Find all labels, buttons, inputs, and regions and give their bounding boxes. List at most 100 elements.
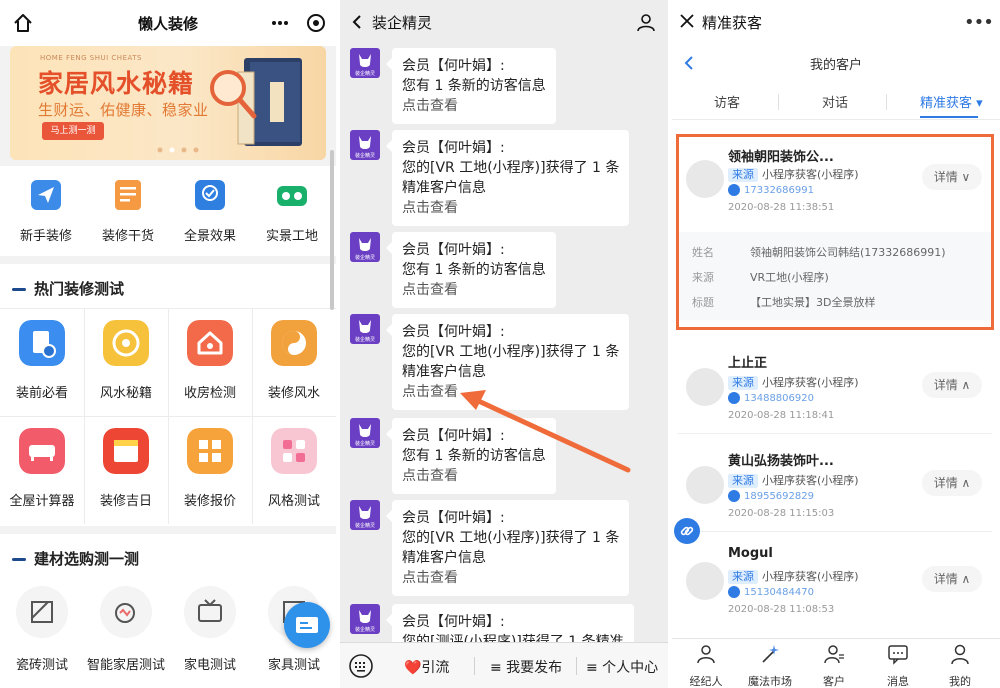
link-button[interactable] <box>674 518 700 544</box>
customer-card[interactable]: 上止正 来源 小程序获客(小程序) 13488806920 2020-08-28 … <box>678 344 992 434</box>
feng-shui-banner[interactable]: HOME FENG SHUI CHEATS 家居风水秘籍 生财运、佑健康、稳家业… <box>10 46 326 160</box>
quick-link-tips[interactable]: 装修干货 <box>86 178 170 244</box>
material-item-label: 家具测试 <box>267 658 320 673</box>
scrollbar[interactable] <box>330 150 334 310</box>
quick-link-beginner[interactable]: 新手装修 <box>4 178 88 244</box>
message-line: 您的[VR 工地(小程序)]获得了 1 条 <box>402 530 620 546</box>
panorama-icon <box>195 180 225 210</box>
view-link[interactable]: 点击查看 <box>402 280 546 300</box>
message-bubble[interactable]: 会员【何叶娟】: 您有 1 条新的访客信息 点击查看 <box>386 418 556 494</box>
message-line: 您有 1 条新的访客信息 <box>402 448 546 464</box>
user-profile-icon[interactable] <box>636 12 656 32</box>
customer-name: 上止正 <box>728 356 768 371</box>
tab-divider <box>886 94 887 110</box>
tile-icon <box>16 586 68 638</box>
material-item-tile[interactable]: 瓷砖测试 <box>0 586 84 673</box>
material-item-smart-home[interactable]: 智能家居测试 <box>84 586 168 673</box>
customer-phone[interactable]: 13488806920 <box>728 392 814 404</box>
nav-agent[interactable]: 经纪人 <box>676 643 736 688</box>
view-link[interactable]: 点击查看 <box>402 568 619 588</box>
card-divider <box>678 433 992 434</box>
message-bubble[interactable]: 会员【何叶娟】: 您的[VR 工地(小程序)]获得了 1 条 精准客户信息 点击… <box>385 500 630 596</box>
menu-traffic[interactable]: ❤️引流 <box>404 657 449 677</box>
quick-link-label: 新手装修 <box>19 229 72 244</box>
message-bubble[interactable]: 会员【何叶娟】: 您有 1 条新的访客信息 点击查看 <box>386 232 556 308</box>
bot-avatar: 装企精灵 <box>350 604 380 634</box>
menu-publish[interactable]: ≡ 我要发布 <box>490 657 562 677</box>
customer-source: 来源 小程序获客(小程序) <box>728 374 859 390</box>
chat-footer: ❤️引流 ≡ 我要发布 ≡ 个人中心 <box>340 642 668 688</box>
message-bubble[interactable]: 会员【何叶娟】: 您的[VR 工地(小程序)]获得了 1 条 精准客户信息 点击… <box>385 314 630 410</box>
nav-customers[interactable]: 客户 <box>804 643 864 688</box>
message-line: 会员【何叶娟】: <box>402 510 505 526</box>
nav-messages[interactable]: 消息 <box>868 643 928 688</box>
bot-logo-icon: 装企精灵 <box>355 320 375 343</box>
magic-wand-icon <box>762 645 779 663</box>
quick-link-panorama[interactable]: 全景效果 <box>168 178 252 244</box>
smart-home-icon <box>100 586 152 638</box>
more-icon[interactable]: ••• <box>964 12 994 33</box>
nav-me[interactable]: 我的 <box>930 643 990 688</box>
svg-text:装企精灵: 装企精灵 <box>355 70 375 77</box>
vr-glasses-icon <box>277 186 307 206</box>
message-line: 您的[VR 工地(小程序)]获得了 1 条 <box>402 160 620 176</box>
bot-logo-icon: 装企精灵 <box>355 136 375 159</box>
calendar-icon <box>103 428 149 474</box>
floating-card-button[interactable] <box>284 602 330 648</box>
test-item-lucky-date[interactable]: 装修吉日 <box>84 428 168 509</box>
message-bubble[interactable]: 会员【何叶娟】: 您有 1 条新的访客信息 点击查看 <box>386 48 556 124</box>
test-item-inspection[interactable]: 收房检测 <box>168 320 252 401</box>
card-divider <box>678 531 992 532</box>
customer-time: 2020-08-28 11:08:53 <box>728 604 835 615</box>
quick-link-label: 实景工地 <box>265 229 318 244</box>
customer-phone[interactable]: 18955692829 <box>728 490 814 502</box>
view-link[interactable]: 点击查看 <box>402 466 546 486</box>
tab-visitors[interactable]: 访客 <box>714 92 740 111</box>
test-item-style[interactable]: 风格测试 <box>252 428 336 509</box>
chat-panel: 装企精灵 装企精灵 会员【何叶娟】: 您有 1 条新的访客信息 点击查看 装企精… <box>340 0 668 688</box>
detail-button[interactable]: 详情 ∧ <box>922 372 982 398</box>
tab-conversations[interactable]: 对话 <box>822 92 848 111</box>
test-item-precheck[interactable]: 装前必看 <box>0 320 84 401</box>
message-line: 精准客户信息 <box>402 180 486 196</box>
menu-personal-center[interactable]: ≡ 个人中心 <box>586 657 658 677</box>
paper-plane-icon <box>31 180 61 210</box>
view-link[interactable]: 点击查看 <box>402 198 619 218</box>
test-item-quote[interactable]: 装修报价 <box>168 428 252 509</box>
message-line: 您有 1 条新的访客信息 <box>402 78 546 94</box>
nav-label: 魔法市场 <box>748 675 792 688</box>
quick-link-site[interactable]: 实景工地 <box>250 178 334 244</box>
house-icon <box>187 320 233 366</box>
detail-button[interactable]: 详情 ∧ <box>922 566 982 592</box>
customers-panel: 精准获客 ••• 我的客户 访客 对话 精准获客 ▾ 领袖朝阳装饰公... 来源… <box>672 0 1000 688</box>
customer-phone[interactable]: 15130484470 <box>728 586 814 598</box>
nav-magic-market[interactable]: 魔法市场 <box>740 643 800 688</box>
view-link[interactable]: 点击查看 <box>402 382 619 402</box>
quick-link-label: 装修干货 <box>101 229 154 244</box>
tab-precise-leads[interactable]: 精准获客 ▾ <box>920 92 983 111</box>
keyboard-icon[interactable] <box>348 653 374 679</box>
mini-program-capsule[interactable] <box>264 10 330 36</box>
grid-divider <box>0 416 336 417</box>
material-item-label: 瓷砖测试 <box>15 658 68 673</box>
customer-avatar <box>686 562 724 600</box>
detail-button[interactable]: 详情 ∧ <box>922 470 982 496</box>
material-item-label: 家电测试 <box>183 658 236 673</box>
svg-text:装企精灵: 装企精灵 <box>355 440 375 447</box>
test-item-fengshui[interactable]: 风水秘籍 <box>84 320 168 401</box>
banner-test-button[interactable]: 马上测一测 <box>42 122 104 140</box>
test-item-calculator[interactable]: 全屋计算器 <box>0 428 84 509</box>
test-item-decor-fengshui[interactable]: 装修风水 <box>252 320 336 401</box>
back-arrow-icon[interactable] <box>352 14 362 30</box>
svg-text:装企精灵: 装企精灵 <box>355 336 375 343</box>
home-header: 懒人装修 <box>0 0 336 46</box>
customer-card[interactable]: 黄山弘扬装饰叶... 来源 小程序获客(小程序) 18955692829 2020… <box>678 442 992 532</box>
customer-avatar <box>686 466 724 504</box>
view-link[interactable]: 点击查看 <box>402 96 546 116</box>
footer-divider <box>474 657 475 675</box>
material-item-appliance[interactable]: 家电测试 <box>168 586 252 673</box>
customer-card[interactable]: Mogul 来源 小程序获客(小程序) 15130484470 2020-08-2… <box>678 538 992 628</box>
message-bubble[interactable]: 会员【何叶娟】: 您的[VR 工地(小程序)]获得了 1 条 精准客户信息 点击… <box>385 130 630 226</box>
close-icon[interactable] <box>680 14 694 28</box>
hot-tests-section: 热门装修测试 装前必看 风水秘籍 收房检测 装修风水 全屋计算器 装修吉日 装修… <box>0 264 336 526</box>
